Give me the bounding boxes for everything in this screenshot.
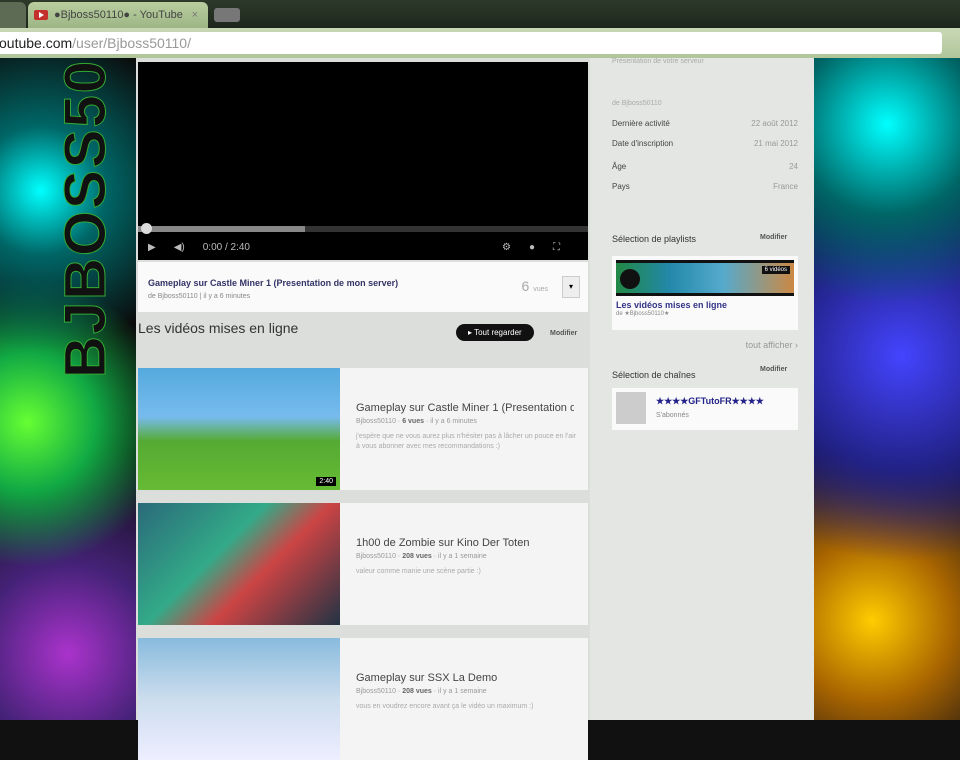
video-meta: Bjboss50110 · 208 vues · il y a 1 semain…: [356, 553, 487, 560]
video-description: vous en voudrez encore avant ça le vidéo…: [356, 703, 534, 710]
duration: 2:40: [316, 477, 336, 486]
channel-logo: BJBOSS50: [53, 58, 119, 378]
url-path: /user/Bjboss50110/: [72, 35, 191, 51]
video-thumbnail[interactable]: 2:40: [138, 368, 340, 490]
volume-icon[interactable]: ◀): [174, 242, 185, 253]
channel-background-right: [814, 58, 960, 720]
view-count: 6 vues: [521, 278, 548, 294]
video-player[interactable]: ▶ ◀) 0:00 / 2:40 ⚙ ● ⛶: [138, 62, 588, 260]
address-bar: youtube.com/user/Bjboss50110/: [0, 28, 960, 58]
play-icon: [620, 269, 640, 289]
video-title[interactable]: 1h00 de Zombie sur Kino Der Toten: [356, 537, 574, 549]
now-playing-title[interactable]: Gameplay sur Castle Miner 1 (Presentatio…: [148, 278, 398, 288]
field-label: Pays: [612, 182, 630, 191]
field-label: Âge: [612, 162, 627, 171]
url-input[interactable]: youtube.com/user/Bjboss50110/: [0, 32, 942, 54]
video-title[interactable]: Gameplay sur SSX La Demo: [356, 672, 574, 684]
channel-subscribe[interactable]: S'abonnés: [656, 412, 689, 419]
browser-tab[interactable]: [0, 2, 26, 28]
channels-edit-link[interactable]: Modifier: [760, 366, 787, 373]
video-description: j'espère que ne vous aurez plus n'hésite…: [356, 433, 576, 450]
video-title[interactable]: Gameplay sur Castle Miner 1 (Presentatio…: [356, 402, 574, 414]
tab-close-icon[interactable]: ×: [192, 9, 198, 21]
playlist-subtitle: de ★Bjboss50110★: [616, 311, 670, 317]
profile-top-text: Présentation de votre serveur: [612, 58, 704, 65]
channel-card[interactable]: ★★★★GFTutoFR★★★★ S'abonnés: [612, 388, 798, 430]
video-thumbnail[interactable]: [138, 638, 340, 760]
player-controls: ▶ ◀) 0:00 / 2:40 ⚙ ● ⛶: [138, 234, 588, 260]
annotations-icon[interactable]: ●: [529, 242, 535, 253]
now-playing-card: Gameplay sur Castle Miner 1 (Presentatio…: [138, 262, 588, 312]
video-row[interactable]: 2:40 Gameplay sur Castle Miner 1 (Presen…: [138, 368, 588, 490]
playlist-title[interactable]: Les vidéos mises en ligne: [612, 300, 798, 310]
main-column: ▶ ◀) 0:00 / 2:40 ⚙ ● ⛶ Gameplay sur Cast…: [136, 58, 590, 760]
video-description: valeur comme manie une scène partie :): [356, 568, 481, 575]
profile-by: de Bjboss50110: [612, 100, 662, 107]
uploads-edit-link[interactable]: Modifier: [550, 330, 577, 337]
uploads-heading: Les vidéos mises en ligne: [138, 320, 299, 336]
play-icon[interactable]: ▶: [148, 242, 156, 253]
field-label: Dernière activité: [612, 119, 670, 128]
playlists-heading: Sélection de playlists: [612, 234, 697, 244]
youtube-favicon-icon: [34, 10, 48, 20]
fullscreen-icon[interactable]: ⛶: [553, 242, 560, 253]
video-meta: Bjboss50110 · 208 vues · il y a 1 semain…: [356, 688, 487, 695]
progress-bar[interactable]: [138, 223, 588, 234]
browser-tab-active[interactable]: ●Bjboss50110● - YouTube ×: [28, 2, 208, 28]
time-display: 0:00 / 2:40: [202, 241, 250, 253]
channel-name[interactable]: ★★★★GFTutoFR★★★★: [656, 396, 764, 407]
field-value: France: [773, 182, 798, 191]
field-value: 21 mai 2012: [753, 139, 798, 148]
playlist-thumbnail[interactable]: 6 vidéos: [616, 260, 794, 296]
browser-tabstrip: ●Bjboss50110● - YouTube ×: [0, 0, 960, 28]
progress-buffered: [138, 226, 305, 232]
show-all-link[interactable]: tout afficher ›: [746, 340, 798, 350]
video-row[interactable]: Gameplay sur SSX La Demo Bjboss50110 · 2…: [138, 638, 588, 760]
channels-heading: Sélection de chaînes: [612, 370, 696, 380]
playlists-edit-link[interactable]: Modifier: [760, 234, 787, 241]
video-thumbnail[interactable]: [138, 503, 340, 625]
playlist-count-badge: 6 vidéos: [761, 266, 790, 274]
video-meta: Bjboss50110 · 6 vues · il y a 6 minutes: [356, 418, 477, 425]
field-value: 24: [789, 162, 798, 171]
channel-avatar[interactable]: [616, 392, 646, 424]
url-host: youtube.com: [0, 35, 73, 51]
tab-title: ●Bjboss50110● - YouTube: [54, 9, 183, 21]
field-value: 22 août 2012: [751, 119, 798, 128]
watch-all-button[interactable]: ▸ Tout regarder: [456, 324, 534, 341]
profile-sidebar: Présentation de votre serveur de Bjboss5…: [590, 58, 814, 720]
video-row[interactable]: 1h00 de Zombie sur Kino Der Toten Bjboss…: [138, 503, 588, 625]
progress-handle[interactable]: [141, 223, 152, 234]
now-playing-subtitle: de Bjboss50110 | il y a 6 minutes: [148, 293, 251, 300]
playlist-card[interactable]: 6 vidéos Les vidéos mises en ligne de ★B…: [612, 256, 798, 330]
channel-background-left: BJBOSS50: [0, 58, 136, 720]
new-tab-button[interactable]: [214, 8, 240, 22]
settings-gear-icon[interactable]: ⚙: [502, 242, 511, 253]
field-label: Date d'inscription: [612, 139, 674, 148]
expand-button[interactable]: ▾: [562, 276, 580, 298]
